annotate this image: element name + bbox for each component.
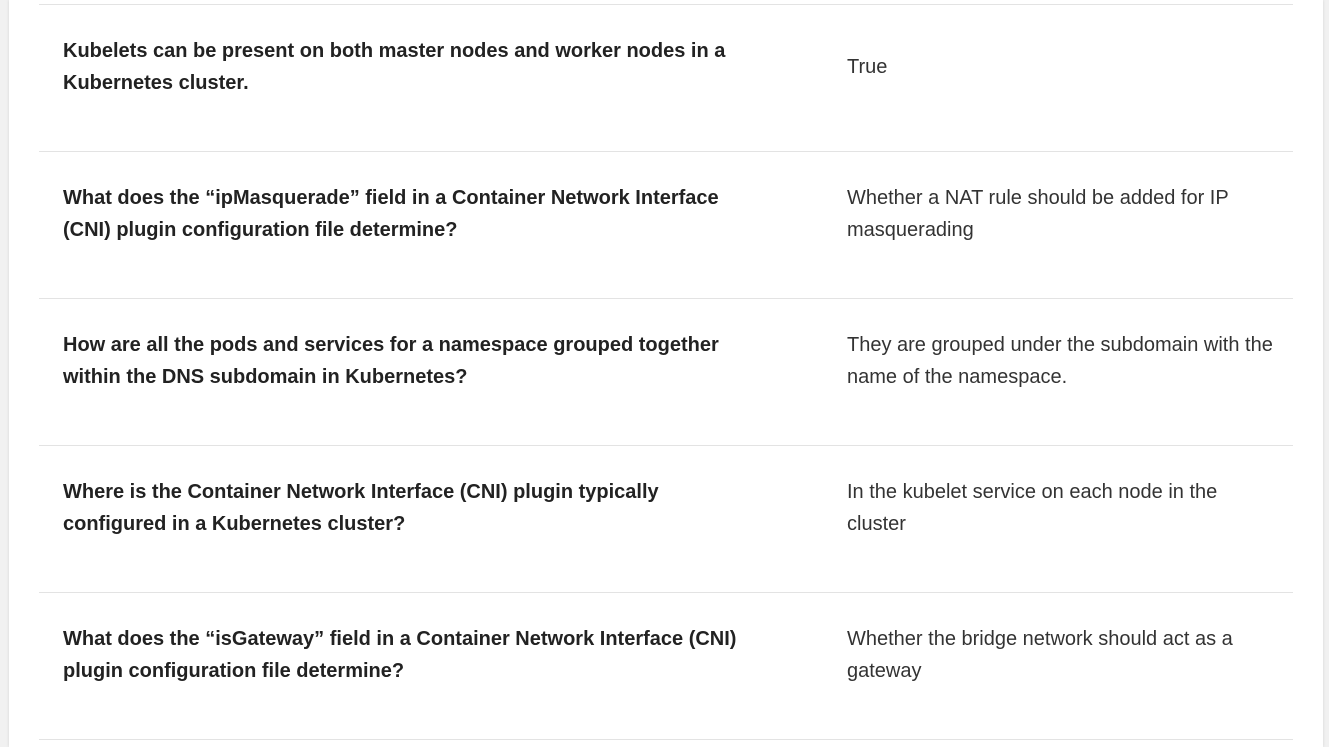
answer-text: In the kubelet service on each node in t… bbox=[847, 481, 1218, 535]
table-row: How are all the pods and services for a … bbox=[39, 298, 1293, 445]
question-text: How are all the pods and services for a … bbox=[63, 334, 719, 388]
table-row: What does the “isGateway” field in a Con… bbox=[39, 592, 1293, 740]
table-row: Where is the Container Network Interface… bbox=[39, 445, 1293, 592]
question-text: What does the “ipMasquerade” field in a … bbox=[63, 187, 719, 241]
flashcard-table: Kubelets can be present on both master n… bbox=[39, 4, 1293, 740]
question-text: Kubelets can be present on both master n… bbox=[63, 40, 726, 94]
table-row: Kubelets can be present on both master n… bbox=[39, 4, 1293, 151]
answer-text: They are grouped under the subdomain wit… bbox=[847, 334, 1273, 388]
answer-text: Whether a NAT rule should be added for I… bbox=[847, 187, 1229, 241]
flashcard-panel: Kubelets can be present on both master n… bbox=[9, 0, 1323, 747]
question-text: What does the “isGateway” field in a Con… bbox=[63, 628, 737, 682]
table-row: What does the “ipMasquerade” field in a … bbox=[39, 151, 1293, 298]
answer-text: True bbox=[847, 56, 888, 78]
answer-text: Whether the bridge network should act as… bbox=[847, 628, 1233, 682]
question-text: Where is the Container Network Interface… bbox=[63, 481, 659, 535]
